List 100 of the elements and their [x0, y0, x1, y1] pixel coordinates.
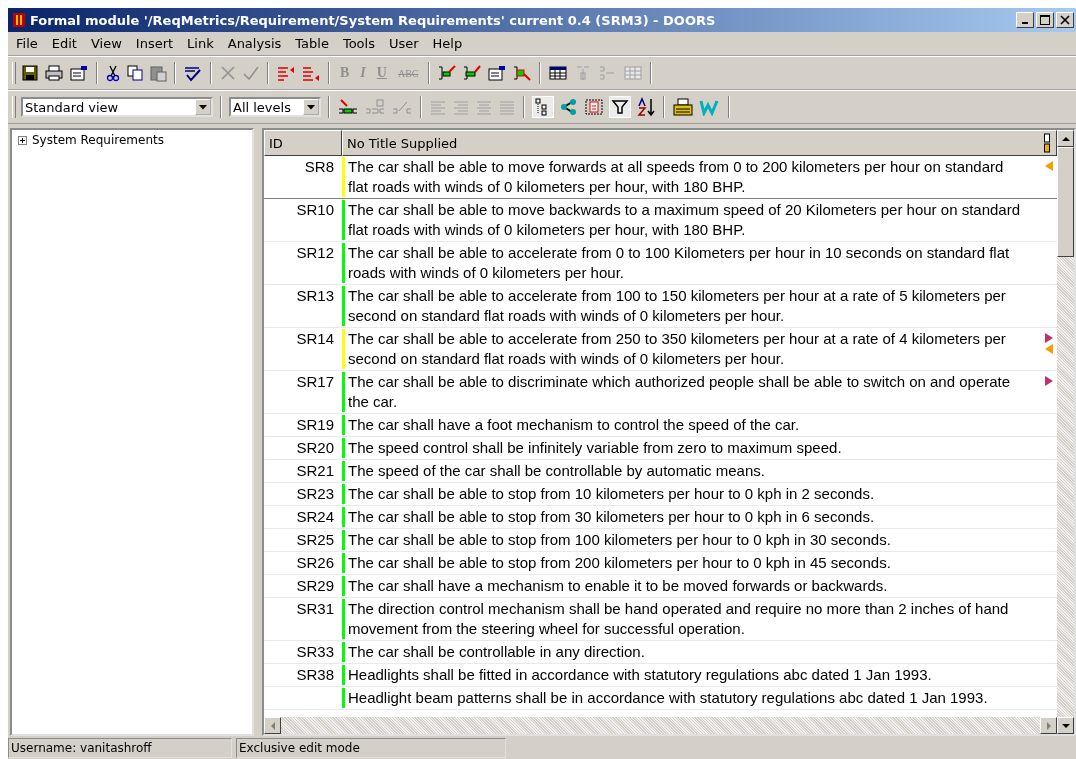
- spellcheck-icon[interactable]: [183, 64, 203, 82]
- print-icon[interactable]: [44, 64, 64, 82]
- table-row[interactable]: SR31 The direction control mechanism shall be hand operated and require no more than 2 inches of hand movement from the steering wheel for successful operation.: [264, 598, 1057, 641]
- link-in-icon[interactable]: [437, 64, 458, 82]
- scroll-right-button[interactable]: [1040, 717, 1057, 734]
- app-icon: [12, 12, 26, 28]
- table-row[interactable]: SR19 The car shall have a foot mechanism to control the speed of the car.: [264, 414, 1057, 437]
- table-row[interactable]: SR12 The car shall be able to accelerate from 0 to 100 Kilometers per hour in 10 seconds on standard flat roads with winds of 0 kilometers per hour.: [264, 242, 1057, 285]
- column-header[interactable]: No Title Supplied: [342, 130, 1057, 156]
- id-cell-text: SR25: [295, 530, 335, 550]
- table-row[interactable]: SR10 The car shall be able to move backwards to a maximum speed of 20 Kilometers per hour on standard flat roads with winds of 0 kilometers per hour, with 180 BHP.: [264, 199, 1057, 242]
- id-cell-text: SR24: [295, 507, 335, 527]
- link-icon[interactable]: [337, 98, 359, 116]
- close-icon: [1060, 15, 1070, 25]
- column-icon: [1044, 133, 1050, 153]
- level-dropdown[interactable]: All levels: [229, 97, 321, 117]
- column-header[interactable]: ID: [264, 130, 342, 156]
- requirement-text: The car shall be able to move backwards to a maximum speed of 20 Kilometers per hour on standard flat roads with winds of 0 kilometers per hour, with 180 BHP.: [348, 200, 1021, 240]
- id-cell-text: SR19: [295, 415, 335, 435]
- table-row[interactable]: SR13 The car shall be able to accelerate from 100 to 150 kilometers per hour at a rate of 5 kilometers per second on standard flat roads with winds of 0 kilometers per hour.: [264, 285, 1057, 328]
- sort-icon[interactable]: [636, 97, 656, 117]
- graph-icon[interactable]: [559, 98, 579, 116]
- menu-item[interactable]: Help: [426, 35, 469, 52]
- properties-icon[interactable]: [69, 64, 89, 82]
- down-arrow-icon: [1061, 722, 1070, 729]
- table-row[interactable]: Headlight beam patterns shall be in accordance with statutory regulations abc dated 1 Jan 1993.: [264, 687, 1057, 710]
- check-icon[interactable]: [242, 64, 260, 82]
- table-row[interactable]: SR29 The car shall have a mechanism to enable it to be moved forwards or backwards.: [264, 575, 1057, 598]
- outgoing-link-icon[interactable]: [1045, 376, 1053, 386]
- promote-icon[interactable]: [301, 64, 321, 82]
- id-cell-text: SR31: [295, 599, 335, 619]
- menu-item[interactable]: View: [84, 35, 128, 52]
- right-arrow-icon: [1045, 721, 1052, 730]
- id-cell-text: SR23: [295, 484, 335, 504]
- menu-item[interactable]: Tools: [336, 35, 381, 52]
- menu-item[interactable]: User: [382, 35, 425, 52]
- requirement-text: The car shall be controllable in any direction.: [348, 642, 646, 662]
- unlink-icon[interactable]: [512, 64, 533, 82]
- window-title: Formal module '/ReqMetrics/Requirement/System Requirements' current 0.4 (SRM3) - DOORS: [30, 12, 717, 28]
- table-row[interactable]: SR14 The car shall be able to accelerate from 250 to 350 kilometers per hour at a rate of 4 kilometers per second on standard flat roads with winds of 0 kilometers per hour.: [264, 328, 1057, 371]
- table-row[interactable]: SR21 The speed of the car shall be controllable by automatic means.: [264, 460, 1057, 483]
- id-cell-text: SR13: [295, 286, 335, 306]
- menu-item[interactable]: File: [10, 35, 44, 52]
- requirement-text: The car shall have a foot mechanism to control the speed of the car.: [348, 415, 801, 435]
- table-row[interactable]: SR33 The car shall be controllable in any direction.: [264, 641, 1057, 664]
- menu-item[interactable]: Edit: [45, 35, 83, 52]
- status-field: Username: vanitashroff: [8, 738, 232, 758]
- requirement-text: The car shall be able to accelerate from 100 to 150 kilometers per hour at a rate of 5 kilometers per second on standard flat roads with winds of 0 kilometers per hour.: [348, 286, 1007, 326]
- paste-icon[interactable]: [149, 64, 167, 82]
- menu-item[interactable]: Insert: [129, 35, 180, 52]
- scroll-down-button[interactable]: [1057, 717, 1074, 734]
- table-icon[interactable]: [548, 64, 569, 82]
- dropdown-arrow-icon: [307, 104, 315, 110]
- view-dropdown[interactable]: Standard view: [21, 97, 213, 117]
- table-row[interactable]: SR17 The car shall be able to discriminate which authorized people shall be able to switch on and operate the car.: [264, 371, 1057, 414]
- filter-icon[interactable]: [609, 96, 631, 118]
- table-row[interactable]: SR25 The car shall be able to stop from 100 kilometers per hour to 0 kph in 30 seconds.: [264, 529, 1057, 552]
- id-cell-text: SR17: [295, 372, 335, 392]
- menu-item[interactable]: Link: [181, 35, 220, 52]
- link-out-icon[interactable]: [462, 64, 483, 82]
- properties-icon[interactable]: [487, 64, 508, 82]
- id-cell-text: SR20: [295, 438, 335, 458]
- requirement-text: The car shall be able to stop from 200 kilometers per hour to 0 kph in 45 seconds.: [348, 553, 892, 573]
- requirement-text: The direction control mechanism shall be hand operated and require no more than 2 inches of hand movement from the steering wheel for successful operation.: [348, 599, 1010, 639]
- id-cell-text: SR29: [295, 576, 335, 596]
- demote-icon[interactable]: [276, 64, 296, 82]
- id-cell-text: SR33: [295, 642, 335, 662]
- maximize-icon: [1040, 15, 1050, 25]
- menu-item[interactable]: Table: [289, 35, 335, 52]
- close-button[interactable]: [1056, 12, 1074, 28]
- scroll-left-button[interactable]: [264, 717, 281, 734]
- expand-icon[interactable]: [18, 135, 27, 145]
- copy-icon[interactable]: [126, 64, 144, 82]
- status-field: Exclusive edit mode: [236, 738, 506, 758]
- tree-item[interactable]: System Requirements: [32, 133, 164, 147]
- requirement-text: The car shall be able to stop from 30 kilometers per hour to 0 kph in 6 seconds.: [348, 507, 876, 527]
- table-row[interactable]: SR8 The car shall be able to move forwards at all speeds from 0 to 200 kilometers per hour on standard flat roads with winds of 0 kilometers per hour, with 180 BHP.: [264, 156, 1057, 199]
- save-icon[interactable]: [21, 64, 39, 82]
- id-cell-text: SR8: [303, 157, 335, 177]
- document-icon[interactable]: [584, 98, 604, 116]
- scroll-up-button[interactable]: [1057, 130, 1074, 147]
- maximize-button[interactable]: [1036, 12, 1054, 28]
- scroll-thumb[interactable]: [1057, 147, 1074, 257]
- table-row[interactable]: SR26 The car shall be able to stop from 200 kilometers per hour to 0 kph in 45 seconds.: [264, 552, 1057, 575]
- requirement-text: The speed of the car shall be controllable by automatic means.: [348, 461, 766, 481]
- table-row[interactable]: SR20 The speed control shall be infinitely variable from zero to maximum speed.: [264, 437, 1057, 460]
- requirement-text: Headlight beam patterns shall be in accordance with statutory regulations abc dated 1 Jan 1993.: [348, 688, 989, 708]
- id-cell-text: SR21: [295, 461, 335, 481]
- cut-icon[interactable]: [105, 64, 121, 82]
- requirement-text: The car shall be able to stop from 100 kilometers per hour to 0 kph in 30 seconds.: [348, 530, 892, 550]
- outgoing-link-icon[interactable]: [1045, 333, 1053, 343]
- table-row[interactable]: SR24 The car shall be able to stop from 30 kilometers per hour to 0 kph in 6 seconds.: [264, 506, 1057, 529]
- minimize-button[interactable]: [1016, 12, 1034, 28]
- outline-icon[interactable]: [532, 96, 554, 118]
- table-row[interactable]: SR38 Headlights shall be fitted in accordance with statutory regulations abc dated 1 Jan 1993.: [264, 664, 1057, 687]
- requirement-text: The car shall be able to move forwards at all speeds from 0 to 200 kilometers per hour on standard flat roads with winds of 0 kilometers per hour, with 180 BHP.: [348, 157, 1005, 197]
- typewriter-icon[interactable]: [672, 97, 694, 117]
- table-row[interactable]: SR23 The car shall be able to stop from 10 kilometers per hour to 0 kph in 2 seconds.: [264, 483, 1057, 506]
- menu-item[interactable]: Analysis: [221, 35, 288, 52]
- requirement-text: The car shall be able to stop from 10 kilometers per hour to 0 kph in 2 seconds.: [348, 484, 876, 504]
